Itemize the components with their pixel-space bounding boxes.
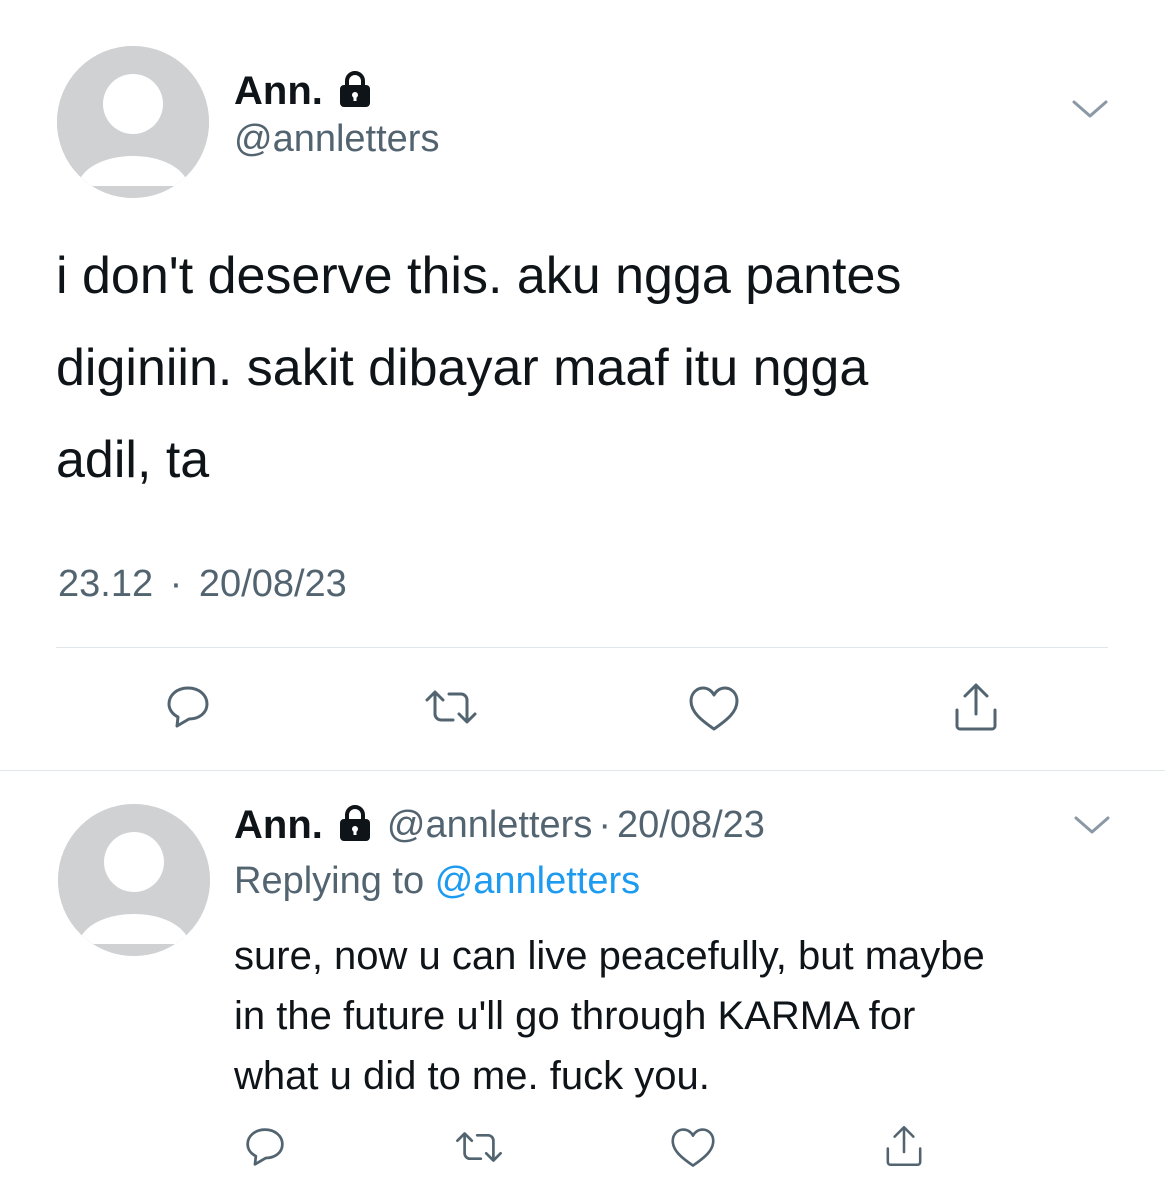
tweet-date[interactable]: 20/08/23 [199, 563, 347, 605]
tweet-text-line: i don't deserve this. aku ngga pantes [56, 247, 902, 305]
lock-icon [337, 70, 373, 113]
retweet-button[interactable] [450, 1124, 508, 1170]
replying-to-label: Replying to [234, 860, 425, 902]
lock-icon [337, 804, 373, 847]
reply-button[interactable] [160, 682, 216, 732]
share-button[interactable] [878, 1120, 930, 1172]
retweet-icon [456, 1132, 502, 1162]
separator-dot: · [598, 803, 611, 846]
author-row: Ann. [234, 66, 373, 116]
reply-handle[interactable]: @annletters [387, 804, 592, 847]
reply-text-line: sure, now u can live peacefully, but may… [234, 934, 985, 978]
share-button[interactable] [946, 678, 1006, 736]
replying-to: Replying to @annletters [234, 860, 640, 903]
chevron-down-icon[interactable] [1072, 812, 1112, 843]
avatar[interactable] [57, 46, 209, 198]
default-avatar-icon [57, 46, 209, 198]
retweet-icon [425, 690, 477, 724]
share-icon [955, 683, 997, 731]
like-button[interactable] [666, 1124, 720, 1172]
share-icon [886, 1125, 922, 1167]
tweet-text-line: adil, ta [56, 431, 210, 489]
reply-text-line: what u did to me. fuck you. [234, 1054, 710, 1098]
reply-text-line: in the future u'll go through KARMA for [234, 994, 916, 1038]
heart-icon [671, 1128, 715, 1167]
divider [56, 647, 1108, 648]
reply-display-name[interactable]: Ann. [234, 803, 323, 848]
tweet-text-line: diginiin. sakit dibayar maaf itu ngga [56, 339, 869, 397]
separator-dot: · [169, 563, 183, 605]
default-avatar-icon [58, 804, 210, 956]
reply-button[interactable] [240, 1124, 290, 1170]
tweet-time[interactable]: 23.12 [58, 563, 153, 605]
reply-text: sure, now u can live peacefully, but may… [234, 926, 1134, 1106]
reply-icon [246, 1128, 284, 1166]
display-name[interactable]: Ann. [234, 69, 323, 114]
handle[interactable]: @annletters [234, 118, 439, 161]
heart-icon [689, 686, 739, 731]
reply-author-row: Ann. @annletters · 20/08/23 [234, 800, 765, 850]
timestamp-row: 23.12 · 20/08/23 [58, 563, 347, 606]
replying-to-mention[interactable]: @annletters [435, 860, 640, 902]
reply-date[interactable]: 20/08/23 [617, 804, 765, 847]
reply-icon [167, 686, 209, 728]
tweet-text: i don't deserve this. aku ngga pantes di… [56, 230, 1116, 506]
retweet-button[interactable] [418, 682, 484, 732]
chevron-down-icon[interactable] [1070, 96, 1110, 127]
reply-avatar[interactable] [58, 804, 210, 956]
like-button[interactable] [684, 682, 744, 736]
divider [0, 770, 1165, 771]
